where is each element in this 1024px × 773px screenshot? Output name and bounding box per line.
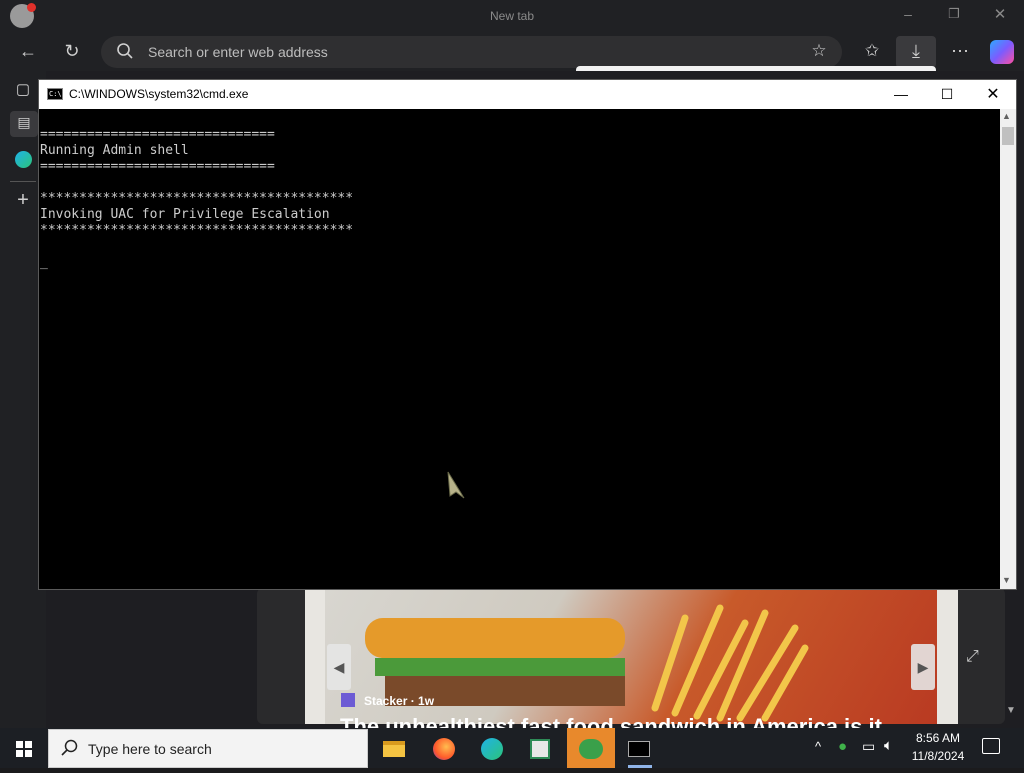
clock-time[interactable]: 8:56 AM <box>900 731 976 745</box>
clock-date[interactable]: 11/8/2024 <box>900 749 976 763</box>
console-line: Running Admin shell <box>40 143 189 158</box>
scroll-down-icon[interactable]: ▼ <box>1002 575 1011 585</box>
console-cursor: _ <box>40 255 48 270</box>
search-icon <box>116 42 134 60</box>
cmd-console[interactable]: ============================== Running A… <box>39 109 1000 589</box>
edge-taskbar-icon[interactable] <box>468 728 516 768</box>
network-icon[interactable]: ▭ <box>862 738 875 755</box>
taskbar-search-placeholder: Type here to search <box>88 741 212 757</box>
console-line: Invoking UAC for Privilege Escalation <box>40 207 330 222</box>
scroll-up-icon[interactable]: ▲ <box>1002 111 1011 121</box>
cmd-app-icon: C:\ <box>47 88 63 100</box>
cmd-maximize-button[interactable]: ☐ <box>924 80 970 109</box>
console-line: **************************************** <box>40 191 354 206</box>
add-icon[interactable]: + <box>11 189 35 212</box>
cmd-window[interactable]: C:\ C:\WINDOWS\system32\cmd.exe — ☐ ✕ ==… <box>38 79 1017 590</box>
news-next-button[interactable]: ▶ <box>911 644 935 690</box>
console-line: **************************************** <box>40 223 354 238</box>
firefox-icon[interactable] <box>420 728 468 768</box>
refresh-icon[interactable]: ↻ <box>60 41 84 62</box>
start-button[interactable] <box>0 728 48 768</box>
news-prev-button[interactable]: ◀ <box>327 644 351 690</box>
close-browser-button[interactable]: ✕ <box>988 5 1012 23</box>
mouse-cursor-icon <box>446 470 470 502</box>
download-icon: ⤓ <box>912 41 920 61</box>
taskbar-search-icon <box>60 738 80 758</box>
scroll-thumb[interactable] <box>1002 127 1014 145</box>
tab-title[interactable]: New tab <box>0 9 1024 23</box>
workspaces-icon: ▤ <box>17 114 31 130</box>
volume-icon[interactable]: 🔈︎ <box>884 737 893 754</box>
address-placeholder: Search or enter web address <box>148 44 328 60</box>
tray-user-icon[interactable]: ● <box>838 738 847 755</box>
back-arrow-icon[interactable]: ← <box>16 41 40 62</box>
edge-logo-icon[interactable] <box>15 151 32 168</box>
sidebar-divider <box>10 181 36 182</box>
console-line: ============================== <box>40 159 275 174</box>
notepad-app-icon[interactable] <box>516 728 564 768</box>
tab-actions-icon[interactable]: ▢ <box>11 80 35 98</box>
cmd-minimize-button[interactable]: — <box>878 80 924 109</box>
news-source: Stacker · 1w <box>364 694 435 708</box>
page-scroll-down-icon[interactable]: ▼ <box>1006 705 1016 716</box>
cmd-taskbar-icon[interactable] <box>615 728 663 768</box>
favorites-icon[interactable]: ✩ <box>860 41 884 61</box>
more-menu-icon[interactable]: ⋯ <box>948 41 972 62</box>
notifications-icon[interactable] <box>982 738 1000 754</box>
copilot-icon[interactable] <box>990 40 1014 64</box>
cmd-close-button[interactable]: ✕ <box>970 80 1016 109</box>
active-app-icon[interactable] <box>567 728 615 768</box>
file-explorer-icon[interactable] <box>370 728 418 768</box>
minimize-browser-button[interactable]: – <box>896 6 920 22</box>
expand-icon[interactable]: ⤢ <box>966 648 979 666</box>
restore-browser-button[interactable]: ❐ <box>942 6 966 22</box>
news-headline[interactable]: The unhealthiest fast food sandwich in A… <box>340 714 920 728</box>
cmd-scrollbar[interactable] <box>1000 109 1016 589</box>
cmd-title: C:\WINDOWS\system32\cmd.exe <box>69 87 249 101</box>
favorite-star-icon[interactable]: ☆ <box>807 41 831 61</box>
console-line: ============================== <box>40 127 275 142</box>
tray-chevron-icon[interactable]: ^ <box>815 739 821 754</box>
stacker-logo-icon <box>341 693 355 707</box>
